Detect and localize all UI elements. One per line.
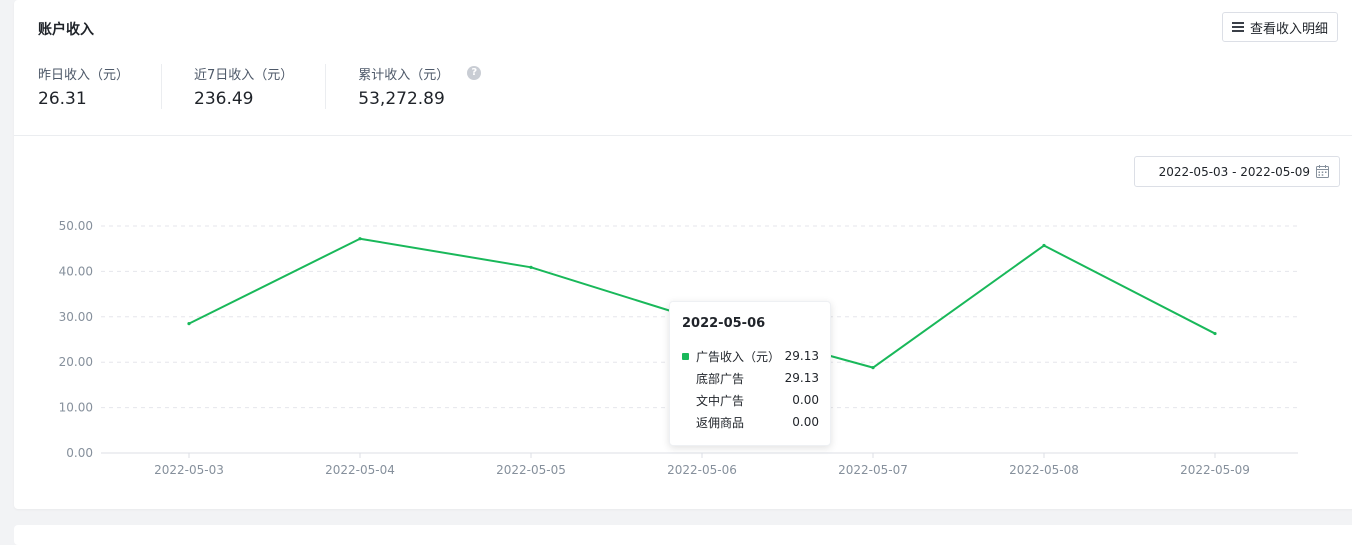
tooltip-row-value: 0.00 [792, 415, 819, 429]
chart-tooltip: 2022-05-06 广告收入（元） 29.13 底部广告 29.13 文中广告… [669, 301, 831, 446]
x-tick-label: 2022-05-03 [154, 463, 224, 477]
next-card [14, 525, 1352, 545]
data-point [187, 322, 191, 326]
account-income-card: 账户收入 查看收入明细 昨日收入（元） 26.31 近7日收入（元） 236.4… [14, 0, 1352, 509]
y-tick-label: 0.00 [66, 446, 93, 460]
series-marker-icon [682, 352, 689, 360]
data-point [871, 366, 875, 370]
tooltip-row-label: 广告收入（元） [696, 349, 781, 364]
tooltip-row: 文中广告 0.00 [682, 389, 819, 411]
data-point [1042, 243, 1046, 248]
tooltip-row-label: 返佣商品 [696, 415, 745, 430]
data-point [1213, 331, 1217, 336]
y-tick-label: 20.00 [59, 355, 93, 369]
data-point [529, 265, 533, 269]
tooltip-row-value: 29.13 [784, 349, 819, 363]
x-tick-label: 2022-05-05 [496, 463, 566, 477]
tooltip-row: 广告收入（元） 29.13 [682, 345, 819, 367]
tooltip-date: 2022-05-06 [682, 316, 766, 331]
y-tick-label: 50.00 [59, 219, 93, 233]
tooltip-row-label: 文中广告 [696, 393, 745, 408]
tooltip-row-value: 29.13 [784, 371, 819, 385]
x-tick-label: 2022-05-08 [1009, 463, 1079, 477]
y-tick-label: 10.00 [59, 401, 93, 415]
tooltip-row: 返佣商品 0.00 [682, 411, 819, 433]
y-tick-label: 30.00 [59, 310, 93, 324]
tooltip-row-value: 0.00 [792, 393, 819, 407]
x-tick-label: 2022-05-07 [838, 463, 908, 477]
data-point [358, 237, 362, 241]
tooltip-row: 底部广告 29.13 [682, 367, 819, 389]
x-tick-label: 2022-05-04 [325, 463, 395, 477]
x-tick-label: 2022-05-09 [1180, 463, 1250, 477]
tooltip-row-label: 底部广告 [696, 371, 745, 386]
y-tick-label: 40.00 [59, 264, 93, 278]
x-tick-label: 2022-05-06 [667, 463, 737, 477]
